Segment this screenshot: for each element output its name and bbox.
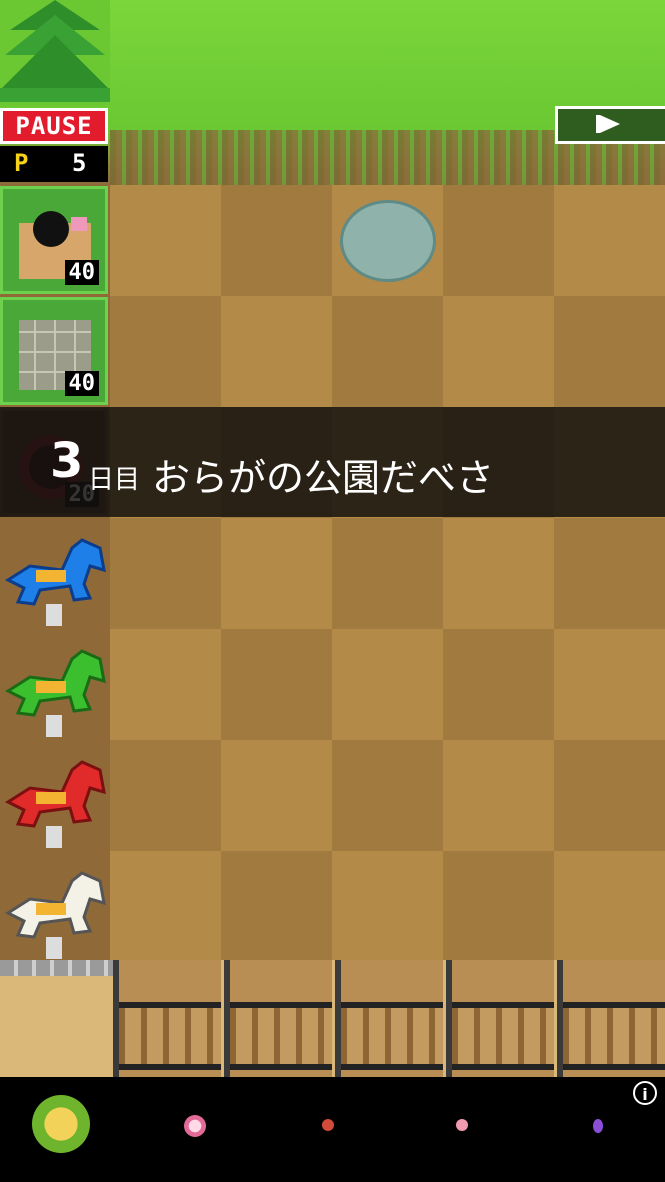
fence-area <box>0 960 665 1077</box>
points-label: P <box>14 149 29 177</box>
purple-bud-icon[interactable] <box>593 1119 603 1133</box>
card-cost: 40 <box>64 371 99 396</box>
play-field[interactable] <box>110 185 665 960</box>
fast-forward-button[interactable] <box>555 106 665 144</box>
gate <box>224 960 332 1077</box>
banner-message: おらがの公園だべさ <box>152 456 495 500</box>
day-banner: 3 日目 おらがの公園だべさ <box>0 407 665 517</box>
cabbage-icon[interactable] <box>32 1095 90 1153</box>
tree-icon <box>0 0 110 105</box>
day-unit: 日目 <box>88 465 141 495</box>
gate <box>446 960 554 1077</box>
pause-button[interactable]: PAUSE <box>0 108 108 144</box>
pond <box>340 200 436 282</box>
green-horse-icon[interactable] <box>0 629 110 739</box>
bottom-bar: i <box>0 1077 665 1182</box>
small-flower-icon[interactable] <box>322 1119 334 1131</box>
bud-icon[interactable] <box>456 1119 468 1131</box>
gate <box>557 960 665 1077</box>
gate <box>113 960 221 1077</box>
stone-border <box>0 960 120 976</box>
cannon-card[interactable]: 40 <box>0 186 108 294</box>
white-horse-icon[interactable] <box>0 851 110 961</box>
info-button[interactable]: i <box>633 1081 657 1105</box>
card-cost: 40 <box>64 260 99 285</box>
red-horse-icon[interactable] <box>0 740 110 850</box>
net-card[interactable]: 40 <box>0 297 108 405</box>
points-counter: P 5 <box>0 146 108 182</box>
gate <box>335 960 443 1077</box>
blue-horse-icon[interactable] <box>0 518 110 628</box>
pink-flower-icon[interactable] <box>184 1115 206 1137</box>
day-number: 3 <box>50 433 84 489</box>
points-value: 5 <box>72 149 87 177</box>
play-flag-icon <box>596 115 620 133</box>
